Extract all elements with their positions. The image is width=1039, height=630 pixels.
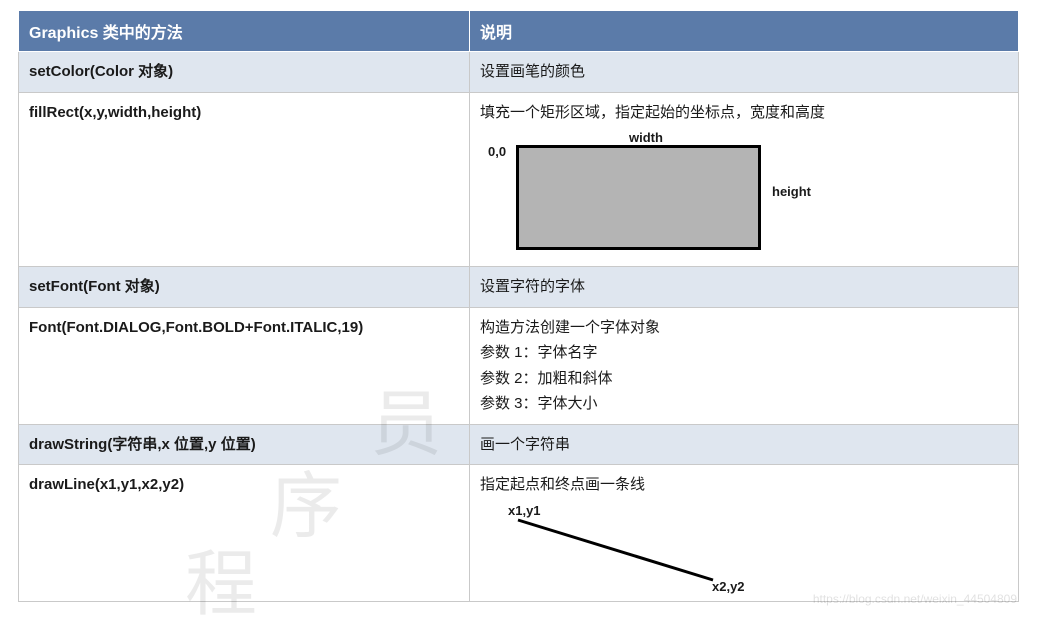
desc-cell: 填充一个矩形区域，指定起始的坐标点，宽度和高度 0,0 width height	[470, 92, 1019, 267]
fillrect-diagram: 0,0 width height	[484, 129, 804, 259]
desc-text: 指定起点和终点画一条线	[480, 476, 645, 493]
table-row: drawString(字符串,x 位置,y 位置) 画一个字符串	[19, 424, 1019, 465]
method-cell: fillRect(x,y,width,height)	[19, 92, 470, 267]
method-cell: drawLine(x1,y1,x2,y2)	[19, 465, 470, 602]
height-label: height	[772, 181, 811, 203]
table-row: setColor(Color 对象) 设置画笔的颜色	[19, 52, 1019, 93]
table-row: fillRect(x,y,width,height) 填充一个矩形区域，指定起始…	[19, 92, 1019, 267]
desc-cell: 构造方法创建一个字体对象 参数 1：字体名字 参数 2：加粗和斜体 参数 3：字…	[470, 307, 1019, 424]
desc-cell: 画一个字符串	[470, 424, 1019, 465]
desc-line: 参数 2：加粗和斜体	[480, 366, 1008, 392]
table-row: Font(Font.DIALOG,Font.BOLD+Font.ITALIC,1…	[19, 307, 1019, 424]
table-row: setFont(Font 对象) 设置字符的字体	[19, 267, 1019, 308]
header-method: Graphics 类中的方法	[19, 11, 470, 52]
drawline-diagram: x1,y1 x2,y2	[488, 504, 788, 594]
method-cell: Font(Font.DIALOG,Font.BOLD+Font.ITALIC,1…	[19, 307, 470, 424]
method-cell: setFont(Font 对象)	[19, 267, 470, 308]
graphics-methods-table: Graphics 类中的方法 说明 setColor(Color 对象) 设置画…	[18, 10, 1019, 602]
origin-label: 0,0	[488, 141, 506, 163]
desc-cell: 设置画笔的颜色	[470, 52, 1019, 93]
desc-line: 构造方法创建一个字体对象	[480, 315, 1008, 341]
table-row: drawLine(x1,y1,x2,y2) 指定起点和终点画一条线 x1,y1 …	[19, 465, 1019, 602]
method-cell: setColor(Color 对象)	[19, 52, 470, 93]
desc-cell: 设置字符的字体	[470, 267, 1019, 308]
header-desc: 说明	[470, 11, 1019, 52]
desc-line: 参数 1：字体名字	[480, 340, 1008, 366]
desc-cell: 指定起点和终点画一条线 x1,y1 x2,y2	[470, 465, 1019, 602]
table-header-row: Graphics 类中的方法 说明	[19, 11, 1019, 52]
line-icon	[488, 504, 788, 594]
desc-text: 填充一个矩形区域，指定起始的坐标点，宽度和高度	[480, 104, 825, 121]
method-cell: drawString(字符串,x 位置,y 位置)	[19, 424, 470, 465]
desc-line: 参数 3：字体大小	[480, 391, 1008, 417]
rect-box-icon	[516, 145, 761, 250]
